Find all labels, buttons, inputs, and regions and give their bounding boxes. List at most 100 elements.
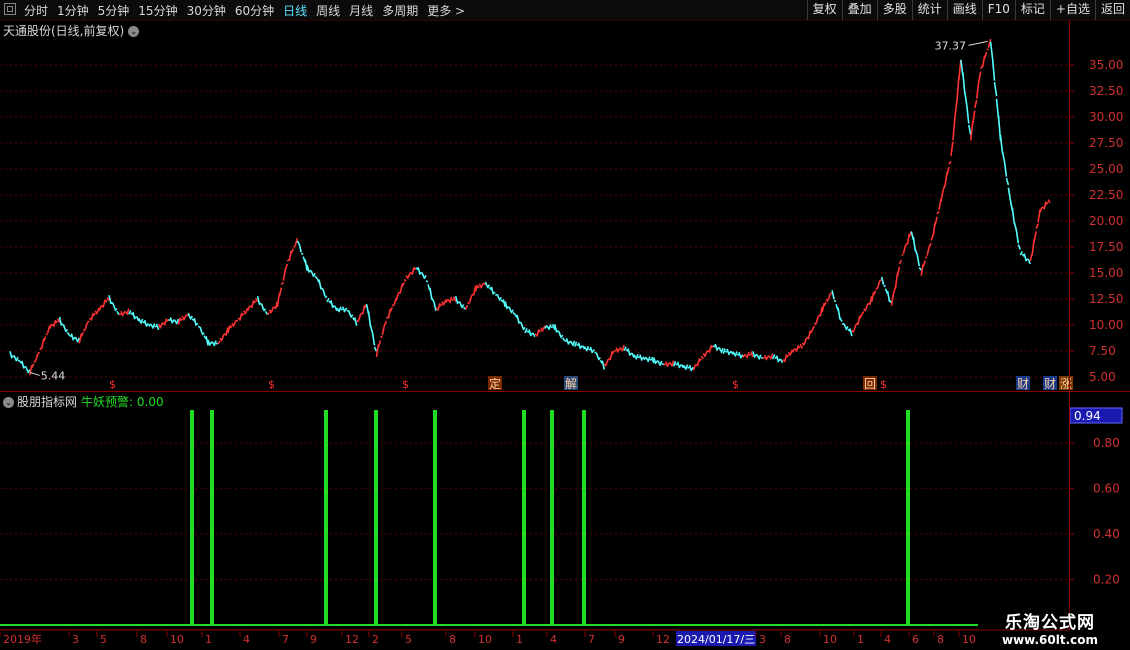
price-candle (132, 311, 136, 320)
watermark-url: www.60lt.com (1001, 633, 1099, 647)
price-candle (29, 365, 33, 376)
price-candle (872, 290, 877, 296)
price-candle (516, 314, 520, 324)
indicator-name: 股朋指标网 (17, 395, 78, 409)
price-candle (227, 325, 231, 334)
price-candle (431, 297, 435, 303)
price-candle (564, 339, 567, 342)
price-candle (138, 318, 142, 323)
price-candle (395, 293, 400, 301)
price-candle (798, 346, 801, 349)
price-candle (235, 319, 239, 322)
price-candle (857, 315, 861, 326)
dividend-marker: $ (268, 378, 275, 391)
indicator-value-label: 牛妖预警: 0.00 (81, 395, 164, 409)
price-candle (969, 121, 974, 141)
price-candle (344, 307, 348, 312)
price-candle (615, 347, 619, 353)
price-candle (977, 71, 982, 83)
price-candle (573, 341, 578, 347)
price-candle (217, 340, 221, 345)
price-candle (803, 337, 808, 345)
price-candle (1043, 201, 1047, 210)
price-candle (290, 248, 295, 254)
signal-spike (374, 410, 378, 625)
price-candle (898, 259, 903, 265)
price-candle (524, 328, 528, 334)
price-candle (403, 278, 407, 282)
event-marker: 回 (864, 377, 876, 391)
price-candle (774, 356, 778, 359)
price-candle (1013, 222, 1018, 231)
price-candle (661, 362, 665, 366)
dividend-marker: $ (880, 378, 887, 391)
price-candle (391, 303, 395, 307)
price-candle (837, 307, 841, 320)
price-candle (197, 325, 201, 328)
price-candle (532, 332, 536, 338)
price-candle (177, 317, 182, 325)
price-candle (256, 296, 261, 306)
signal-spike (522, 410, 526, 625)
price-candle (738, 351, 742, 359)
price-candle (221, 333, 225, 340)
price-candle (912, 236, 917, 251)
price-candle (357, 313, 362, 321)
price-candle (142, 321, 146, 324)
price-candle (149, 323, 154, 328)
price-candle (512, 311, 516, 316)
price-candle (756, 354, 760, 359)
price-candle (449, 296, 453, 304)
price-candle (758, 354, 762, 360)
price-candle (680, 364, 685, 369)
price-candle (746, 351, 750, 359)
x-axis-label: 2 (372, 633, 379, 646)
price-candle (468, 295, 473, 303)
price-candle (520, 322, 524, 329)
price-candle (635, 353, 639, 360)
x-axis-label: 10 (823, 633, 837, 646)
price-candle (768, 355, 772, 359)
price-candle (116, 310, 120, 316)
dividend-marker: $ (402, 378, 409, 391)
price-candle (682, 364, 687, 369)
price-candle (102, 299, 106, 308)
price-candle (967, 124, 972, 136)
price-candle (645, 356, 649, 361)
price-candle (25, 366, 29, 372)
kline-chart[interactable]: 35.0032.5030.0027.5025.0022.5020.0017.50… (0, 0, 1130, 650)
price-candle (70, 333, 75, 341)
price-candle (74, 336, 79, 342)
x-axis-label: 10 (962, 633, 976, 646)
price-candle (730, 350, 734, 355)
price-candle (296, 240, 300, 245)
price-candle (195, 322, 199, 326)
price-candle (605, 358, 610, 366)
price-candle (732, 351, 736, 356)
price-candle (278, 287, 283, 297)
price-candle (633, 354, 637, 359)
x-axis-label: 9 (618, 633, 625, 646)
price-candle (1033, 231, 1037, 242)
price-candle (21, 360, 25, 369)
price-candle (298, 243, 302, 253)
price-candle (714, 343, 718, 351)
watermark-title: 乐淘公式网 (1005, 613, 1095, 633)
x-axis-label: 1 (857, 633, 864, 646)
chevron-down-icon[interactable]: ⌄ (3, 397, 14, 408)
price-candle (813, 322, 817, 326)
x-axis-label: 8 (784, 633, 791, 646)
price-candle (879, 278, 883, 282)
price-candle (82, 328, 86, 332)
price-candle (347, 310, 352, 317)
price-candle (964, 92, 968, 106)
signal-spike (433, 410, 437, 625)
price-candle (546, 325, 550, 329)
x-axis-label: 4 (884, 633, 891, 646)
price-candle (260, 303, 265, 311)
price-candle (52, 319, 57, 328)
price-axis[interactable] (1069, 21, 1130, 630)
price-candle (736, 353, 740, 356)
price-candle (821, 302, 825, 313)
price-candle (421, 272, 425, 278)
